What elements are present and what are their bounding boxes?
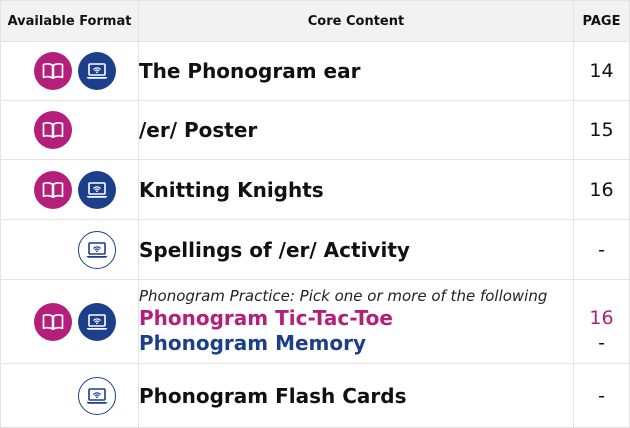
table-row: Spellings of /er/ Activity - xyxy=(0,219,630,280)
web-icon[interactable] xyxy=(78,170,116,209)
table-header-row: Available Format Core Content PAGE xyxy=(0,0,630,42)
book-icon[interactable] xyxy=(34,170,72,209)
table-row: Phonogram Practice: Pick one or more of … xyxy=(0,279,630,364)
book-icon[interactable] xyxy=(34,52,72,90)
page-tic-tac-toe: 16 xyxy=(589,306,614,329)
content-cell: /er/ Poster xyxy=(138,100,574,160)
table-row: Phonogram Flash Cards - xyxy=(0,363,630,428)
web-icon[interactable] xyxy=(78,376,116,415)
page-cell: 16 - xyxy=(573,279,630,364)
content-cell: Spellings of /er/ Activity xyxy=(138,219,574,280)
content-title: Spellings of /er/ Activity xyxy=(139,237,410,262)
table-row: The Phonogram ear 14 xyxy=(0,41,630,101)
format-cell xyxy=(0,159,139,220)
content-title: Phonogram Flash Cards xyxy=(139,383,407,408)
tic-tac-toe-link[interactable]: Phonogram Tic-Tac-Toe xyxy=(139,306,573,331)
table-row: /er/ Poster 15 xyxy=(0,100,630,160)
web-icon[interactable] xyxy=(78,52,116,90)
page-memory: - xyxy=(598,331,605,354)
content-title: Knitting Knights xyxy=(139,177,324,202)
format-cell xyxy=(0,279,139,364)
header-page: PAGE xyxy=(573,0,630,42)
memory-link[interactable]: Phonogram Memory xyxy=(139,331,573,356)
page-cell: - xyxy=(573,363,630,428)
content-title: The Phonogram ear xyxy=(139,59,361,83)
page-cell: 16 xyxy=(573,159,630,220)
format-cell xyxy=(0,363,139,428)
page-cell: 14 xyxy=(573,41,630,101)
content-cell: Phonogram Flash Cards xyxy=(138,363,574,428)
practice-note: Phonogram Practice: Pick one or more of … xyxy=(139,287,548,306)
web-icon[interactable] xyxy=(78,230,116,269)
book-icon[interactable] xyxy=(34,111,72,149)
page-cell: - xyxy=(573,219,630,280)
format-cell xyxy=(0,219,139,280)
page-cell: 15 xyxy=(573,100,630,160)
format-cell xyxy=(0,41,139,101)
content-cell: Phonogram Practice: Pick one or more of … xyxy=(138,279,574,364)
lesson-content-table: Available Format Core Content PAGE The P… xyxy=(0,0,630,428)
content-cell: The Phonogram ear xyxy=(138,41,574,101)
empty-format-slot xyxy=(78,111,116,149)
header-core-content: Core Content xyxy=(138,0,574,42)
format-cell xyxy=(0,100,139,160)
table-row: Knitting Knights 16 xyxy=(0,159,630,220)
content-cell: Knitting Knights xyxy=(138,159,574,220)
book-icon[interactable] xyxy=(34,302,72,341)
content-title: /er/ Poster xyxy=(139,118,258,142)
header-available-format: Available Format xyxy=(0,0,139,42)
web-icon[interactable] xyxy=(78,302,116,341)
